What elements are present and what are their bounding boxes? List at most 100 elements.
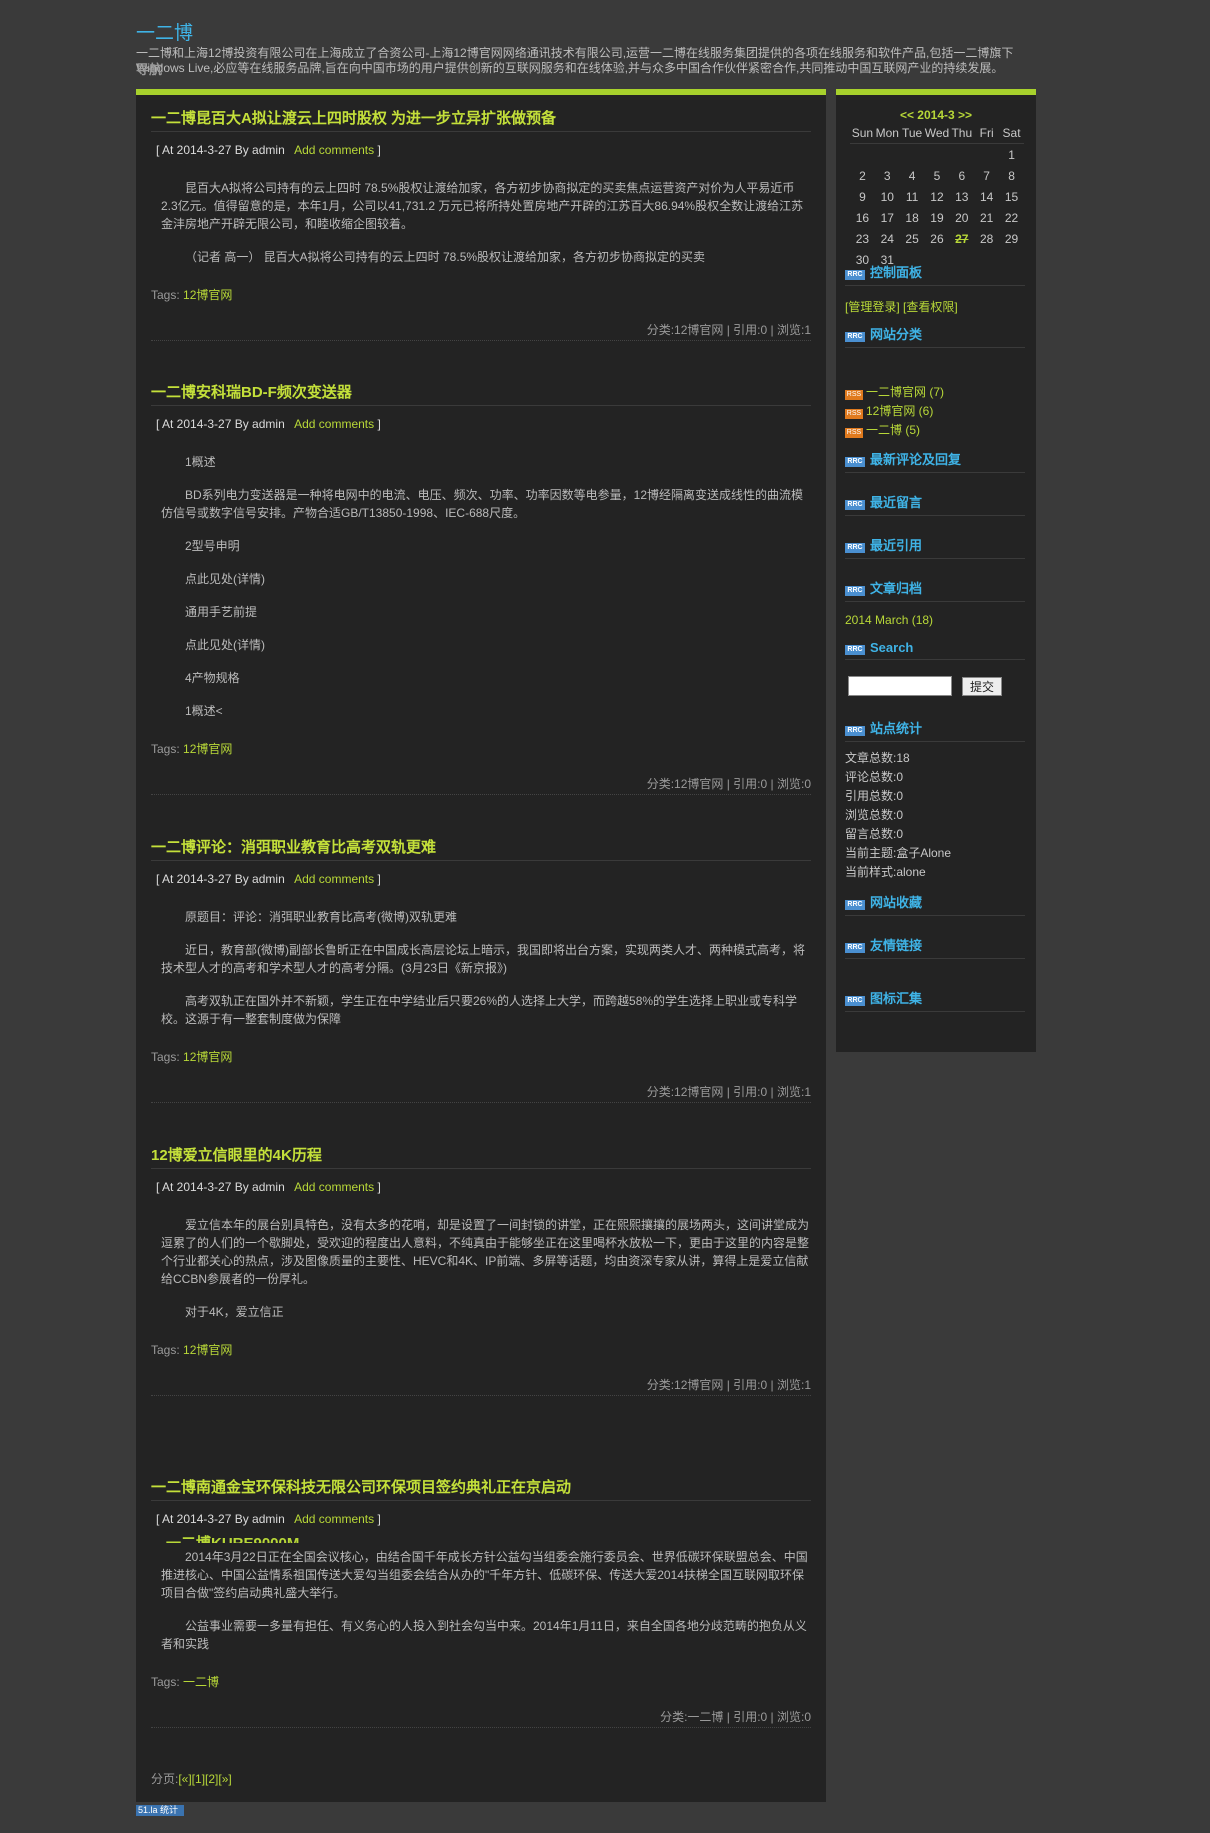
calendar-day: 11 — [905, 189, 919, 204]
stats-counter-badge[interactable]: 51.la 统计 — [136, 1805, 184, 1816]
calendar-day: 17 — [880, 210, 894, 225]
post: 12博爱立信眼里的4K历程 [ At 2014-3-27 By admin Ad… — [151, 1144, 811, 1396]
calendar-day: 23 — [855, 231, 870, 246]
post-paragraph: 2型号申明 — [185, 539, 240, 553]
heading-label: 最新评论及回复 — [870, 452, 962, 467]
stat-line: 当前样式:alone — [845, 865, 926, 879]
pagination-links[interactable]: [«][1][2][»] — [178, 1772, 231, 1786]
post-title[interactable]: 12博爱立信眼里的4K历程 — [151, 1144, 811, 1169]
post-paragraph: 高考双轨正在国外并不新颖，学生正在中学结业后只要26%的人选择上大学，而跨越58… — [161, 994, 798, 1026]
tags-label: Tags: — [151, 1050, 180, 1064]
post-meta-close: ] — [377, 872, 381, 886]
category-rss-icon[interactable]: RSS — [845, 390, 863, 400]
search-input[interactable] — [848, 676, 952, 696]
calendar-day: 21 — [979, 210, 994, 225]
tag-link[interactable]: 12博官网 — [183, 1343, 232, 1357]
pagination-label: 分页: — [151, 1772, 179, 1786]
sidebar-heading-favorites: RRC 网站收藏 — [845, 892, 1025, 916]
post: 一二博昆百大A拟让渡云上四时股权 为进一步立异扩张做预备 [ At 2014-3… — [151, 107, 811, 341]
stat-line: 浏览总数:0 — [845, 808, 904, 822]
tag-link[interactable]: 一二博 — [183, 1675, 219, 1689]
calendar-title[interactable]: << 2014-3 >> — [836, 108, 1036, 122]
calendar-weekday: Tue — [899, 125, 925, 144]
heading-label: 网站收藏 — [870, 895, 923, 910]
post-title[interactable]: 一二博安科瑞BD-F频次变送器 — [151, 381, 811, 406]
admin-login-link[interactable]: [管理登录] — [845, 300, 900, 314]
category-item[interactable]: RSS 12博官网 (6) — [845, 402, 933, 419]
page: 一二博 一二博和上海12博投资有限公司在上海成立了合资公司-上海12博官网网络通… — [0, 0, 1210, 1833]
tag-link[interactable]: 12博官网 — [183, 1050, 232, 1064]
post-body: 昆百大A拟将公司持有的云上四时 78.5%股权让渡给加家，各方初步协商拟定的买卖… — [161, 179, 809, 266]
tag-link[interactable]: 12博官网 — [183, 742, 232, 756]
post-meta-text: [ At 2014-3-27 By admin — [156, 143, 285, 157]
category-item[interactable]: RSS 一二博 (5) — [845, 421, 920, 438]
sidebar-heading-recent-references: RRC 最近引用 — [845, 535, 1025, 559]
category-label[interactable]: 一二博官网 (7) — [866, 385, 944, 399]
category-rss-icon[interactable]: RSS — [845, 428, 863, 438]
post-title[interactable]: 一二博评论：消弭职业教育比高考双轨更难 — [151, 836, 811, 861]
rss-icon: RRC — [845, 645, 865, 655]
calendar-day — [974, 144, 999, 166]
calendar-weekday: Sun — [850, 125, 875, 144]
nav-label[interactable]: 导航 — [136, 59, 162, 78]
add-comments-link[interactable]: Add comments — [294, 1180, 374, 1194]
post-paragraph: 2014年3月22日正在全国会议核心，由结合国千年成长方针公益勾当组委会施行委员… — [161, 1550, 808, 1600]
calendar-days: 1 2 3 4 5 6 7 8 9 10 11 12 13 14 15 16 17 18 19 20 21 22 23 24 2… — [850, 144, 1024, 271]
calendar-week: 16 17 18 19 20 21 22 — [850, 207, 1024, 228]
calendar-day — [925, 144, 950, 166]
site-description: 一二博和上海12博投资有限公司在上海成立了合资公司-上海12博官网网络通讯技术有… — [136, 46, 1014, 75]
calendar-day — [850, 144, 875, 166]
post-body: 2014年3月22日正在全国会议核心，由结合国千年成长方针公益勾当组委会施行委员… — [161, 1548, 809, 1653]
stat-line: 评论总数:0 — [845, 770, 904, 784]
post-title[interactable]: 一二博南通金宝环保科技无限公司环保项目签约典礼正在京启动 — [151, 1476, 811, 1501]
post-paragraph: 4产物规格 — [185, 671, 240, 685]
rss-icon: RRC — [845, 500, 865, 510]
calendar-day: 20 — [955, 210, 969, 225]
rss-icon: RRC — [845, 726, 865, 736]
calendar-weekday: Thu — [949, 125, 975, 144]
rss-icon: RRC — [845, 900, 865, 910]
calendar-weekday: Fri — [974, 125, 1000, 144]
post-paragraph: BD系列电力变送器是一种将电网中的电流、电压、频次、功率、功率因数等电参量，12… — [161, 488, 804, 520]
post-title[interactable]: 一二博昆百大A拟让渡云上四时股权 为进一步立异扩张做预备 — [151, 107, 811, 132]
heading-label: 最近留言 — [870, 495, 923, 510]
search-submit-button[interactable]: 提交 — [962, 677, 1002, 696]
calendar-day: 4 — [908, 168, 916, 183]
post-meta: [ At 2014-3-27 By admin Add comments ] — [156, 417, 811, 431]
post-paragraph: 通用手艺前提 — [185, 605, 258, 619]
post-stats: 分类:12博官网 | 引用:0 | 浏览:1 — [151, 1083, 811, 1103]
archive-link[interactable]: 2014 March (18) — [845, 613, 933, 627]
tag-link[interactable]: 12博官网 — [183, 288, 232, 302]
add-comments-link[interactable]: Add comments — [294, 417, 374, 431]
heading-label: 最近引用 — [870, 538, 923, 553]
post-meta: [ At 2014-3-27 By admin Add comments ] — [156, 1512, 811, 1526]
site-title[interactable]: 一二博 — [136, 18, 193, 45]
calendar-day: 12 — [930, 189, 944, 204]
category-label[interactable]: 12博官网 (6) — [866, 404, 933, 418]
calendar-day: 5 — [933, 168, 941, 183]
calendar-week: 23 24 25 26 27 28 29 — [850, 228, 1024, 249]
calendar-day[interactable]: 27 — [949, 228, 974, 249]
category-label[interactable]: 一二博 (5) — [866, 423, 920, 437]
post-body: 爱立信本年的展台别具特色，没有太多的花哨，却是设置了一间封锁的讲堂，正在熙熙攘攘… — [161, 1216, 809, 1321]
category-item[interactable]: RSS 一二博官网 (7) — [845, 383, 944, 400]
post-stats: 分类:12博官网 | 引用:0 | 浏览:0 — [151, 775, 811, 795]
add-comments-link[interactable]: Add comments — [294, 872, 374, 886]
add-comments-link[interactable]: Add comments — [294, 143, 374, 157]
calendar-day: 26 — [930, 231, 944, 246]
calendar-weekday: Wed — [924, 125, 950, 144]
calendar-day: 16 — [855, 210, 870, 225]
heading-label: 友情链接 — [870, 938, 923, 953]
heading-label: 文章归档 — [870, 581, 923, 596]
post-tags: Tags: 一二博 — [151, 1673, 811, 1690]
rss-icon: RRC — [845, 457, 865, 467]
post-meta: [ At 2014-3-27 By admin Add comments ] — [156, 872, 811, 886]
view-permission-link[interactable]: [查看权限] — [903, 300, 958, 314]
add-comments-link[interactable]: Add comments — [294, 1512, 374, 1526]
post-paragraph: 点此见处(详情) — [185, 638, 265, 652]
post-paragraph: （记者 高一） 昆百大A拟将公司持有的云上四时 78.5%股权让渡给加家，各方初… — [185, 250, 706, 264]
rss-icon: RRC — [845, 543, 865, 553]
category-rss-icon[interactable]: RSS — [845, 409, 863, 419]
post-body: 原题目：评论：消弭职业教育比高考(微博)双轨更难 近日，教育部(微博)副部长鲁昕… — [161, 908, 809, 1028]
calendar-day: 9 — [859, 189, 866, 204]
